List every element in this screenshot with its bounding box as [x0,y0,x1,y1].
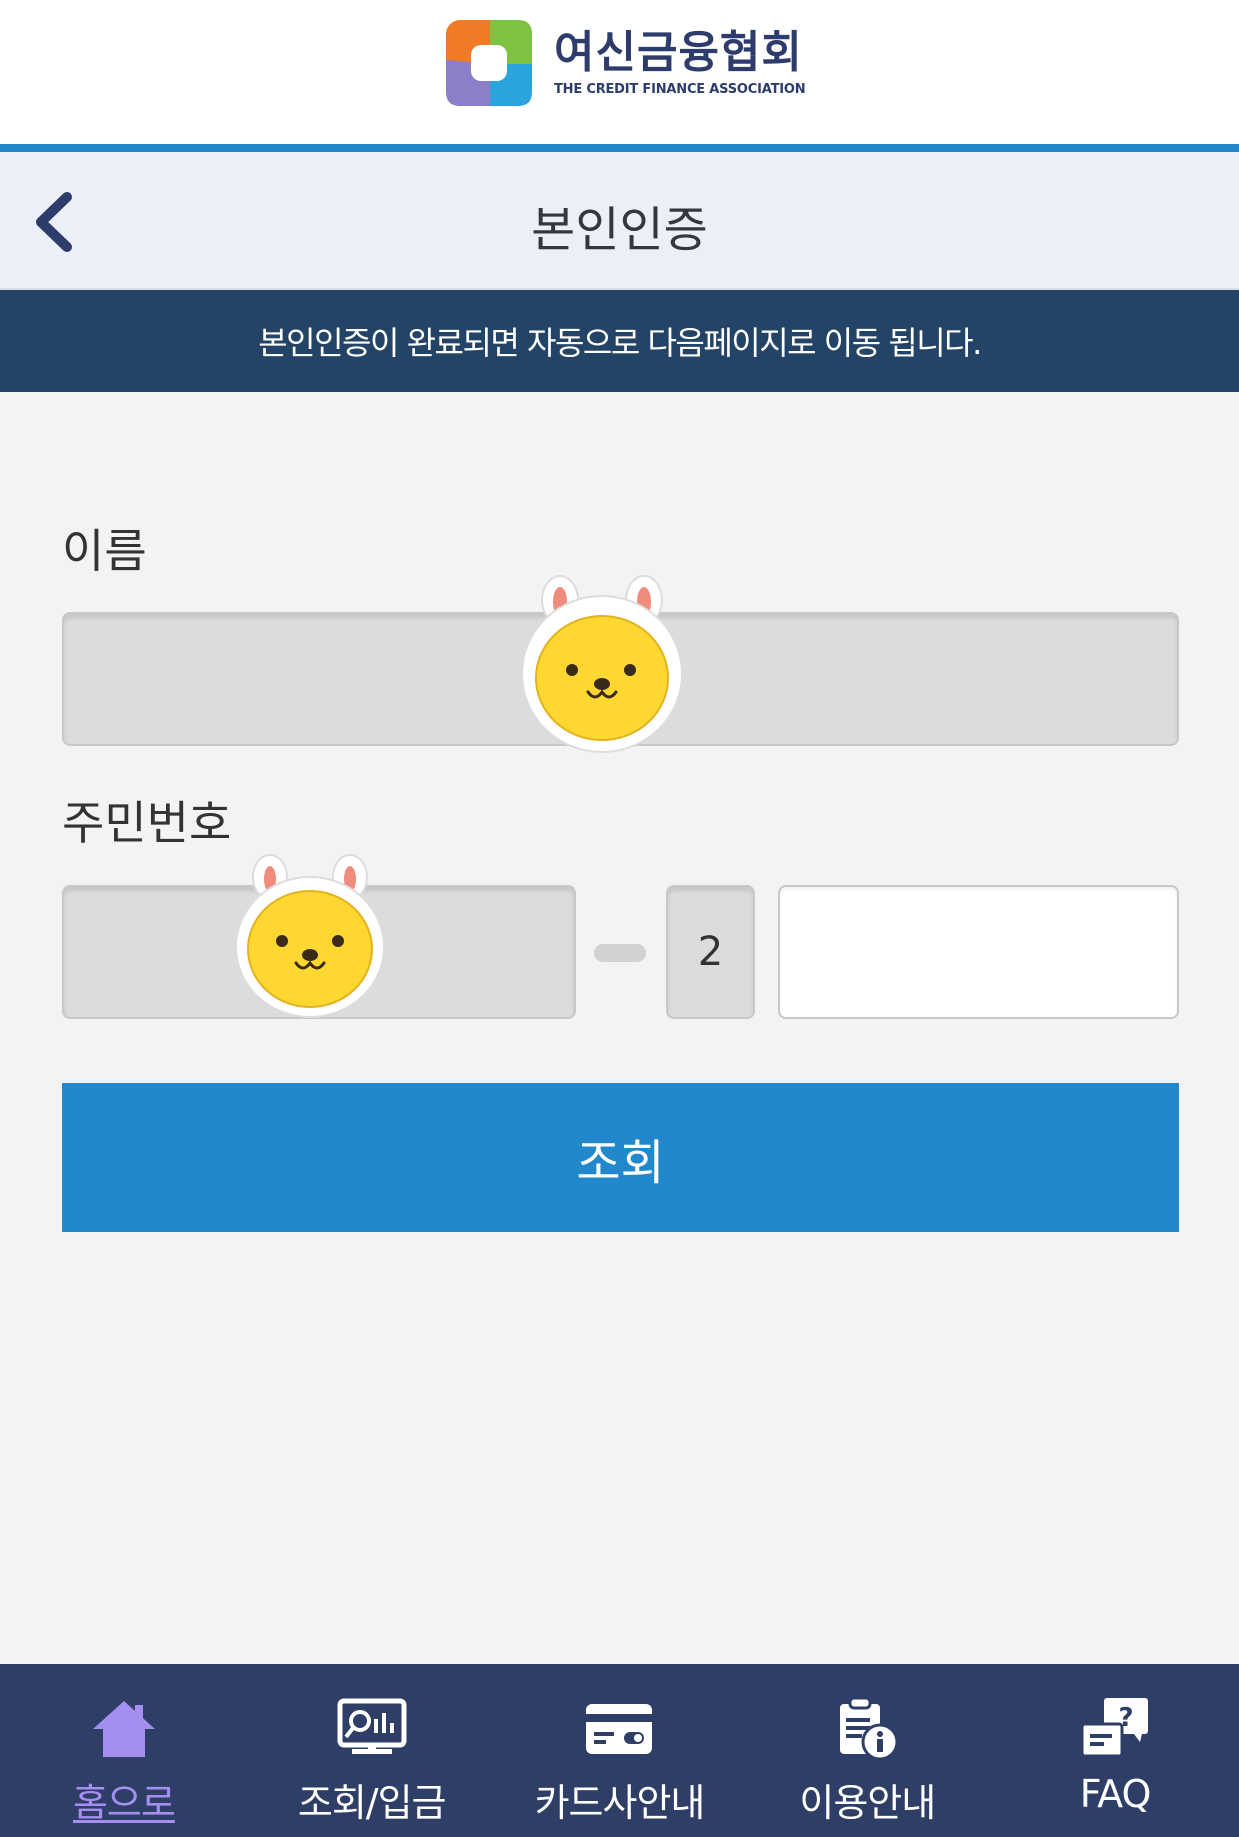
top-logo-bar: 여신금융협회 THE CREDIT FINANCE ASSOCIATION [0,0,1239,144]
nav-item-home[interactable]: 홈으로 [0,1664,248,1837]
bear-face-sticker-icon [235,854,385,1018]
nav-item-faq[interactable]: ? FAQ [991,1664,1239,1837]
nav-label-card-companies: 카드사안내 [534,1781,706,1825]
bear-face-sticker-icon [521,575,683,753]
rrn-label: 주민번호 [62,796,232,850]
rrn-back-input[interactable] [778,885,1179,1019]
logo-mark-icon [446,20,532,106]
nav-item-inquiry[interactable]: 조회/입금 [248,1664,496,1837]
rrn-gender-digit-input[interactable] [666,885,755,1019]
nav-label-home: 홈으로 [72,1781,176,1825]
header-divider [0,144,1239,152]
faq-icon: ? [1077,1694,1153,1764]
clipboard-info-icon [829,1694,905,1764]
logo-text: 여신금융협회 THE CREDIT FINANCE ASSOCIATION [554,27,806,98]
search-chart-icon [334,1694,410,1764]
association-logo[interactable]: 여신금융협회 THE CREDIT FINANCE ASSOCIATION [446,20,806,106]
notice-text: 본인인증이 완료되면 자동으로 다음페이지로 이동 됩니다. [258,324,982,362]
title-bar: 본인인증 [0,152,1239,290]
submit-button[interactable]: 조회 [62,1083,1179,1232]
nav-item-card-companies[interactable]: 카드사안내 [496,1664,744,1837]
logo-korean-name: 여신금융협회 [554,27,803,78]
name-label: 이름 [62,524,147,578]
nav-item-guide[interactable]: 이용안내 [743,1664,991,1837]
nav-label-inquiry: 조회/입금 [297,1781,447,1825]
page-title: 본인인증 [531,202,708,258]
nav-label-faq: FAQ [1079,1772,1152,1816]
logo-english-name: THE CREDIT FINANCE ASSOCIATION [554,82,806,97]
bottom-nav: 홈으로 조회/입금 카드사안내 이용안내 ? FAQ [0,1664,1239,1837]
notice-banner: 본인인증이 완료되면 자동으로 다음페이지로 이동 됩니다. [0,290,1239,392]
nav-label-guide: 이용안내 [799,1781,936,1825]
credit-card-icon [581,1694,657,1764]
rrn-dash [594,944,646,962]
home-icon [86,1694,162,1764]
